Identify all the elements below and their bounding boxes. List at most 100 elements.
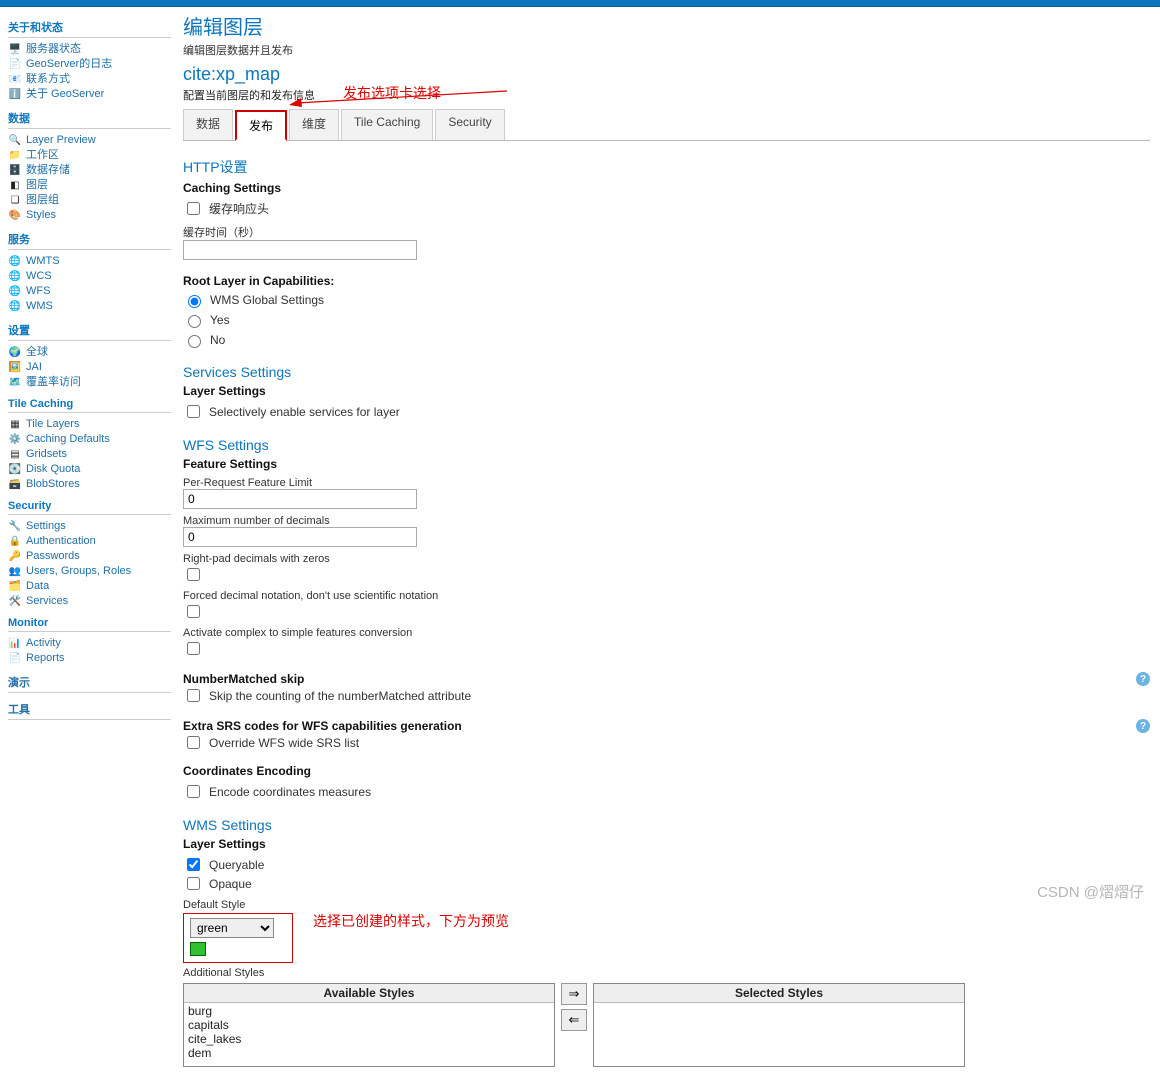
tab-data[interactable]: 数据 [183,109,233,140]
database-icon: 🗄️ [8,164,22,178]
tab-tile-caching[interactable]: Tile Caching [341,109,433,140]
sidebar-item-coverage[interactable]: 覆盖率访问 [26,375,81,390]
sidebar-item-demos[interactable]: 演示 [8,677,30,689]
sidebar-item-passwords[interactable]: Passwords [26,549,80,564]
selected-styles-listbox[interactable]: Selected Styles [593,983,965,1067]
sidebar-item-wcs[interactable]: WCS [26,269,52,284]
sidebar-item-gridsets[interactable]: Gridsets [26,447,67,462]
sidebar-item-jai[interactable]: JAI [26,360,42,375]
list-item[interactable]: capitals [188,1018,550,1032]
sidebar-item-activity[interactable]: Activity [26,636,61,651]
root-layer-no-radio[interactable] [188,335,201,348]
tab-dimension[interactable]: 维度 [289,109,339,140]
sidebar-item-caching-defaults[interactable]: Caching Defaults [26,432,110,447]
folder-icon: 📁 [8,149,22,163]
complex-to-simple-label: Activate complex to simple features conv… [183,627,1150,639]
cache-time-input[interactable] [183,240,417,260]
http-settings-heading: HTTP设置 [183,157,1150,177]
selective-services-checkbox[interactable] [187,405,200,418]
sidebar-item-authentication[interactable]: Authentication [26,534,96,549]
tab-publish[interactable]: 发布 [235,110,287,141]
sidebar-item-global[interactable]: 全球 [26,345,48,360]
sidebar-item-wfs[interactable]: WFS [26,284,50,299]
sidebar-group-monitor: Monitor [8,617,171,629]
rightpad-checkbox[interactable] [187,568,200,581]
forced-decimal-checkbox[interactable] [187,605,200,618]
max-decimals-label: Maximum number of decimals [183,515,1150,527]
wfs-icon: 🌐 [8,285,22,299]
sidebar-item-wmts[interactable]: WMTS [26,254,60,269]
max-decimals-input[interactable] [183,527,417,547]
wmts-icon: 🌐 [8,255,22,269]
tilelayers-icon: ▦ [8,418,22,432]
wms-settings-heading: WMS Settings [183,817,1150,833]
style-preview-swatch [190,942,206,956]
list-item[interactable]: burg [188,1004,550,1018]
default-style-select[interactable]: green [190,918,274,938]
sidebar-item-wms[interactable]: WMS [26,299,53,314]
root-layer-global-radio[interactable] [188,295,201,308]
sidebar-item-layer-preview[interactable]: Layer Preview [26,133,96,148]
layer-name-heading: cite:xp_map [183,64,1150,85]
blob-icon: 🗃️ [8,478,22,492]
sidebar-item-reports[interactable]: Reports [26,651,65,666]
sidebar-item-about[interactable]: 关于 GeoServer [26,87,104,102]
dual-list-styles: Available Styles burg capitals cite_lake… [183,983,1150,1067]
sidebar-item-tools[interactable]: 工具 [8,704,30,716]
sidebar-item-disk-quota[interactable]: Disk Quota [26,462,80,477]
gear-icon: ⚙️ [8,433,22,447]
help-icon[interactable]: ? [1136,672,1150,686]
queryable-checkbox[interactable] [187,858,200,871]
activity-icon: 📊 [8,637,22,651]
per-request-limit-label: Per-Request Feature Limit [183,477,1150,489]
coordinates-encoding-heading: Coordinates Encoding [183,764,1150,778]
annotation-style-select: 选择已创建的样式，下方为预览 [313,897,509,931]
override-srs-checkbox[interactable] [187,736,200,749]
per-request-limit-input[interactable] [183,489,417,509]
sidebar-item-server-status[interactable]: 服务器状态 [26,42,81,57]
sidebar-item-workspaces[interactable]: 工作区 [26,148,59,163]
cache-time-label: 缓存时间（秒） [183,224,1150,240]
sidebar-group-tilecaching: Tile Caching [8,398,171,410]
move-left-button[interactable]: ⇐ [561,1009,587,1031]
layer-icon: ◧ [8,179,22,193]
default-style-box: green [183,913,293,963]
help-icon[interactable]: ? [1136,719,1150,733]
sidebar-item-contact[interactable]: 联系方式 [26,72,70,87]
sidebar-item-stores[interactable]: 数据存储 [26,163,70,178]
complex-to-simple-checkbox[interactable] [187,642,200,655]
tab-security[interactable]: Security [435,109,504,140]
skip-numbermatched-checkbox[interactable] [187,689,200,702]
sidebar-item-sec-services[interactable]: Services [26,594,68,609]
root-layer-heading: Root Layer in Capabilities: [183,274,1150,288]
opaque-label: Opaque [209,877,252,891]
document-icon: 📄 [8,58,22,72]
sidebar-item-logs[interactable]: GeoServer的日志 [26,57,112,72]
queryable-label: Queryable [209,858,264,872]
sidebar-group-security: Security [8,500,171,512]
sidebar-item-sec-data[interactable]: Data [26,579,49,594]
sidebar-item-layers[interactable]: 图层 [26,178,48,193]
lock-icon: 🔒 [8,535,22,549]
sidebar-group-services: 服务 [8,231,171,247]
override-srs-label: Override WFS wide SRS list [209,736,359,750]
services-settings-heading: Services Settings [183,364,1150,380]
globe-icon: 🌍 [8,346,22,360]
list-item[interactable]: cite_lakes [188,1032,550,1046]
wcs-icon: 🌐 [8,270,22,284]
sidebar-item-tile-layers[interactable]: Tile Layers [26,417,79,432]
sidebar-item-layergroups[interactable]: 图层组 [26,193,59,208]
opaque-checkbox[interactable] [187,877,200,890]
info-icon: ℹ️ [8,88,22,102]
available-styles-listbox[interactable]: Available Styles burg capitals cite_lake… [183,983,555,1067]
encode-coordinates-checkbox[interactable] [187,785,200,798]
list-item[interactable]: dem [188,1046,550,1060]
cache-response-checkbox[interactable] [187,202,200,215]
sidebar-item-users-groups-roles[interactable]: Users, Groups, Roles [26,564,131,579]
sidebar-item-sec-settings[interactable]: Settings [26,519,66,534]
encode-coordinates-label: Encode coordinates measures [209,785,371,799]
sidebar-item-blobstores[interactable]: BlobStores [26,477,80,492]
root-layer-yes-radio[interactable] [188,315,201,328]
sidebar-item-styles[interactable]: Styles [26,208,56,223]
move-right-button[interactable]: ⇒ [561,983,587,1005]
